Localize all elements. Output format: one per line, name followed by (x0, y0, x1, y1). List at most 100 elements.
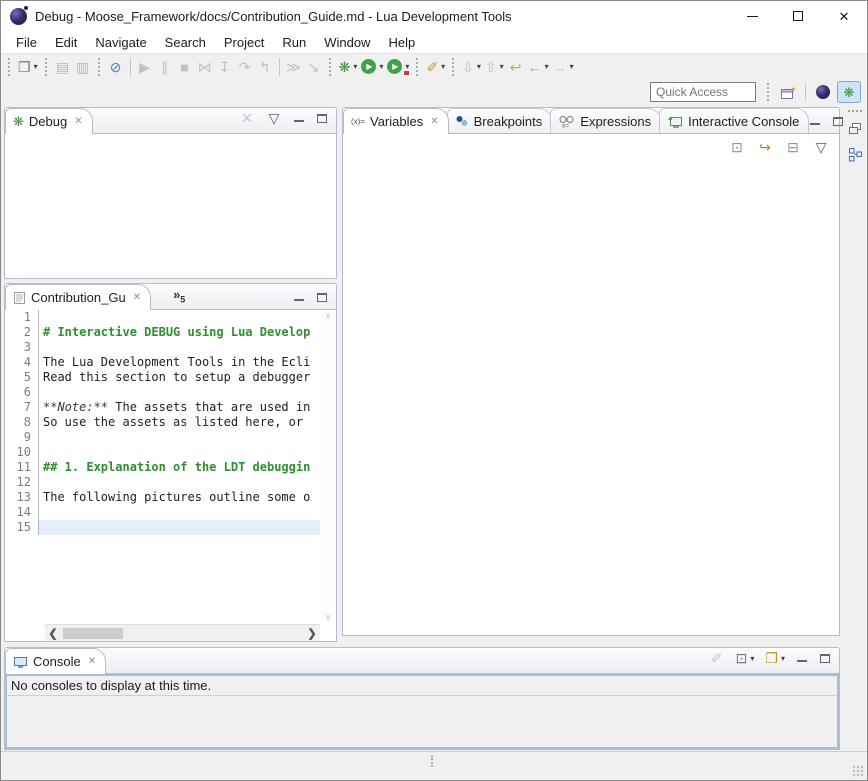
dropdown-arrow-icon[interactable]: ▾ (500, 62, 504, 71)
tab-expressions[interactable]: x=Expressions (550, 108, 661, 133)
quick-access-input[interactable] (650, 82, 756, 102)
maximize-button[interactable] (817, 650, 833, 666)
restore-icon (848, 122, 862, 135)
tab-contribution-gu[interactable]: Contribution_Gu✕ (5, 284, 151, 310)
menu-run[interactable]: Run (273, 33, 315, 52)
editor-line[interactable]: 7**Note:** The assets that are used in (5, 400, 336, 415)
tab-breakpoints[interactable]: Breakpoints (447, 108, 553, 133)
run-button[interactable]: ▶▾ (359, 56, 385, 78)
editor-line[interactable]: 1 (5, 310, 336, 325)
editor-line[interactable]: 12 (5, 475, 336, 490)
editor-line[interactable]: 13The following pictures outline some o (5, 490, 336, 505)
view-menu-button[interactable]: ▽ (811, 136, 831, 158)
statusbar-drag-handle[interactable] (431, 755, 434, 767)
maximize-button[interactable] (314, 110, 330, 126)
close-icon[interactable]: ✕ (430, 116, 438, 127)
dropdown-arrow-icon[interactable]: ▾ (379, 62, 383, 71)
view-menu-icon: ▽ (816, 140, 827, 154)
run-external-tools-icon: ▶ (387, 59, 402, 74)
back-button[interactable]: ←▾ (526, 56, 551, 78)
debug-bug-icon: ❋ (13, 115, 24, 128)
tab-debug[interactable]: ❋Debug✕ (5, 108, 93, 134)
open-console-button[interactable]: ❐▾ (763, 647, 787, 669)
toolbar-separator (98, 58, 101, 76)
debug-perspective-button[interactable]: ❋ (837, 81, 861, 103)
dropdown-arrow-icon[interactable]: ▾ (477, 62, 481, 71)
tab-variables[interactable]: (x)=Variables✕ (343, 108, 449, 134)
skip-all-breakpoints-button[interactable]: ⊘ (106, 56, 126, 78)
show-type-names-button[interactable]: ⊡ (727, 136, 747, 158)
run-external-tools-button[interactable]: ▶▾ (385, 56, 411, 78)
editor-line[interactable]: 15 (5, 520, 336, 535)
display-selected-console-button[interactable]: ⊡▾ (734, 647, 757, 669)
minimize-icon (797, 659, 807, 662)
dropdown-arrow-icon[interactable]: ▾ (441, 62, 445, 71)
scroll-down-icon[interactable]: ∨ (325, 612, 332, 623)
menu-edit[interactable]: Edit (46, 33, 86, 52)
minimize-button[interactable] (807, 113, 823, 129)
scroll-left-icon[interactable]: ❮ (45, 627, 61, 640)
breakpoints-icon (455, 115, 469, 127)
minimize-button[interactable] (794, 650, 810, 666)
editor-line[interactable]: 5Read this section to setup a debugger (5, 370, 336, 385)
editor-line[interactable]: 10 (5, 445, 336, 460)
dropdown-arrow-icon[interactable]: ▾ (750, 654, 754, 663)
window-close-button[interactable]: ✕ (821, 1, 867, 31)
menu-navigate[interactable]: Navigate (86, 33, 155, 52)
open-console-icon: ❐ (765, 651, 778, 665)
debug-view-body[interactable] (5, 134, 336, 278)
search-button[interactable]: ✐▾ (424, 56, 447, 78)
new-wizard-button[interactable]: ❐▾ (16, 56, 40, 78)
scroll-up-icon[interactable]: ∧ (325, 311, 332, 322)
menu-window[interactable]: Window (315, 33, 379, 52)
scrollbar-thumb[interactable] (63, 628, 123, 639)
dropdown-arrow-icon[interactable]: ▾ (34, 62, 38, 71)
editor-line[interactable]: 9 (5, 430, 336, 445)
menu-help[interactable]: Help (379, 33, 424, 52)
collapse-all-button[interactable]: ⊟ (783, 136, 803, 158)
restore-button[interactable] (848, 122, 862, 138)
window-maximize-button[interactable] (775, 1, 821, 31)
editor-text-area[interactable]: 12# Interactive DEBUG using Lua Develop3… (5, 310, 336, 624)
editor-line[interactable]: 4The Lua Development Tools in the Ecli (5, 355, 336, 370)
editor-line[interactable]: 3 (5, 340, 336, 355)
last-edit-location-button[interactable]: ↩ (506, 56, 526, 78)
resume-button: ▶ (135, 56, 155, 78)
toolbar-separator (45, 58, 48, 76)
menu-file[interactable]: File (7, 33, 46, 52)
menu-project[interactable]: Project (215, 33, 273, 52)
window-minimize-button[interactable] (729, 1, 775, 31)
drag-handle[interactable] (848, 110, 862, 113)
scroll-right-icon[interactable]: ❯ (304, 627, 320, 640)
editor-horizontal-scrollbar[interactable]: ❮ ❯ (45, 624, 320, 641)
view-menu-button[interactable]: ▽ (264, 107, 284, 129)
editor-line[interactable]: 6 (5, 385, 336, 400)
minimize-button[interactable] (291, 289, 307, 305)
menu-search[interactable]: Search (156, 33, 215, 52)
variables-view-body[interactable] (343, 160, 839, 635)
hidden-editors-chevron[interactable]: »5 (173, 287, 185, 305)
window-resize-grip[interactable] (852, 765, 864, 777)
dropdown-arrow-icon[interactable]: ▾ (781, 654, 785, 663)
tab-interactive-console[interactable]: ✦Interactive Console (659, 108, 809, 133)
close-icon[interactable]: ✕ (88, 656, 96, 667)
debug-button[interactable]: ❋▾ (337, 56, 360, 78)
close-icon[interactable]: ✕ (74, 116, 82, 127)
dropdown-arrow-icon[interactable]: ▾ (545, 62, 549, 71)
editor-line[interactable]: 14 (5, 505, 336, 520)
dropdown-arrow-icon[interactable]: ▾ (570, 62, 574, 71)
minimize-button[interactable] (291, 110, 307, 126)
dropdown-arrow-icon[interactable]: ▾ (353, 62, 357, 71)
lua-perspective-button[interactable] (811, 81, 835, 103)
show-logical-structure-button[interactable]: ↪ (755, 136, 775, 158)
view-menu-icon: ▽ (269, 111, 280, 125)
maximize-button[interactable] (314, 289, 330, 305)
tab-console[interactable]: Console✕ (5, 648, 106, 674)
editor-line[interactable]: 11## 1. Explanation of the LDT debuggin (5, 460, 336, 475)
close-icon[interactable]: ✕ (133, 292, 141, 303)
editor-line[interactable]: 2# Interactive DEBUG using Lua Develop (5, 325, 336, 340)
open-perspective-button[interactable]: ✦ (776, 81, 800, 103)
editor-line[interactable]: 8So use the assets as listed here, or (5, 415, 336, 430)
outline-button[interactable] (848, 147, 863, 165)
editor-vertical-scrollbar[interactable]: ∧ ∨ (320, 310, 336, 624)
